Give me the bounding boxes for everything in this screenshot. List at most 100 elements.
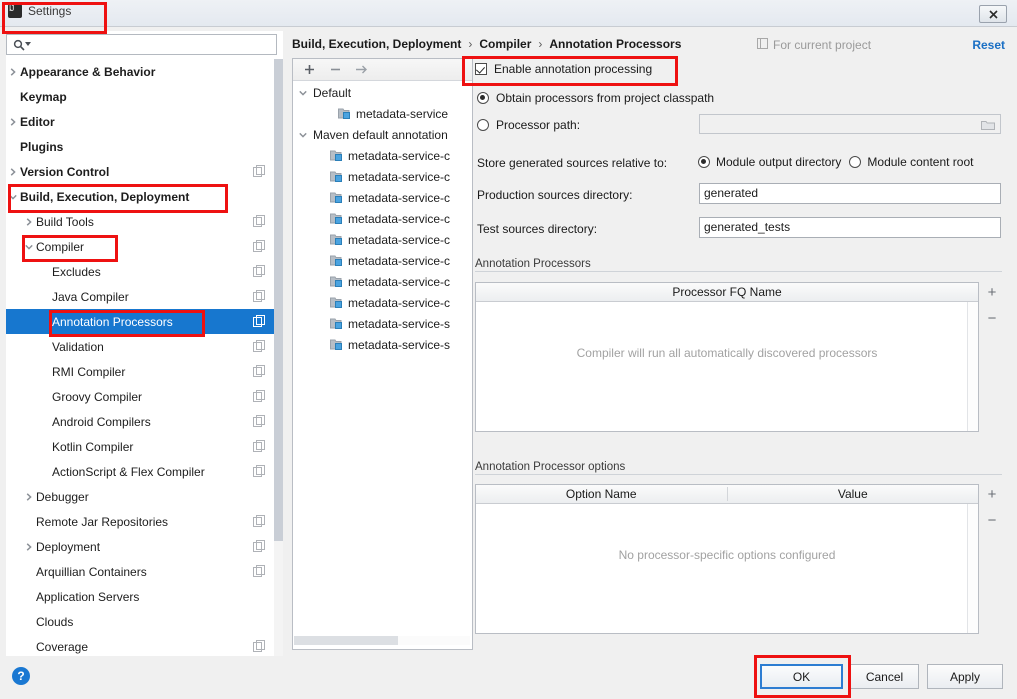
chevron-down-icon[interactable] (298, 130, 309, 140)
sidebar-item-build-execution-deployment[interactable]: Build, Execution, Deployment (6, 184, 277, 209)
sidebar-item-actionscript-flex-compiler[interactable]: ActionScript & Flex Compiler (6, 459, 277, 484)
sidebar-item-clouds[interactable]: Clouds (6, 609, 277, 634)
sidebar-scrollbar-thumb[interactable] (274, 59, 283, 541)
module-label: metadata-service-c (348, 211, 451, 226)
obtain-from-classpath-radio[interactable] (477, 92, 489, 104)
sidebar-item-keymap[interactable]: Keymap (6, 84, 277, 109)
sidebar-item-java-compiler[interactable]: Java Compiler (6, 284, 277, 309)
sidebar-item-arquillian-containers[interactable]: Arquillian Containers (6, 559, 277, 584)
production-sources-label: Production sources directory: (477, 188, 633, 202)
options-table-scrollbar[interactable] (967, 504, 978, 633)
sidebar-item-application-servers[interactable]: Application Servers (6, 584, 277, 609)
enable-annotation-processing-row[interactable]: Enable annotation processing (475, 62, 652, 76)
sidebar-item-coverage[interactable]: Coverage (6, 634, 277, 656)
module-icon (338, 107, 352, 120)
chevron-down-icon[interactable] (8, 192, 18, 202)
processor-path-radio[interactable] (477, 119, 489, 131)
chevron-right-icon[interactable] (8, 117, 18, 127)
ok-button[interactable]: OK (760, 664, 843, 689)
sidebar-item-validation[interactable]: Validation (6, 334, 277, 359)
options-table-header: Option Name Value (476, 485, 978, 504)
close-icon[interactable] (979, 5, 1007, 23)
module-row[interactable]: metadata-service-c (293, 250, 472, 271)
reset-link[interactable]: Reset (972, 38, 1005, 52)
module-row[interactable]: metadata-service-c (293, 166, 472, 187)
search-box[interactable] (6, 34, 277, 55)
enable-annotation-processing-checkbox[interactable] (475, 63, 487, 75)
chevron-right-icon[interactable] (24, 492, 34, 502)
production-sources-input[interactable]: generated (699, 183, 1001, 204)
module-content-root-radio[interactable] (849, 156, 862, 168)
sidebar-item-annotation-processors[interactable]: Annotation Processors (6, 309, 277, 334)
chevron-right-icon[interactable] (8, 67, 18, 77)
config-copy-icon (253, 165, 265, 177)
module-content-root-label: Module content root (867, 155, 974, 169)
processors-table-scrollbar[interactable] (967, 302, 978, 431)
help-icon[interactable]: ? (12, 667, 30, 685)
processors-group-line (475, 271, 1002, 272)
module-row[interactable]: metadata-service-c (293, 187, 472, 208)
module-row[interactable]: metadata-service-c (293, 271, 472, 292)
module-row[interactable]: metadata-service-s (293, 334, 472, 355)
folder-icon[interactable] (981, 119, 995, 130)
chevron-right-icon[interactable] (24, 542, 34, 552)
module-content-root-option[interactable]: Module content root (849, 155, 973, 169)
sidebar-item-version-control[interactable]: Version Control (6, 159, 277, 184)
module-icon (330, 149, 344, 162)
sidebar-item-deployment[interactable]: Deployment (6, 534, 277, 559)
sidebar-item-plugins[interactable]: Plugins (6, 134, 277, 159)
remove-profile-button[interactable] (329, 63, 342, 76)
chevron-down-icon[interactable] (24, 242, 34, 252)
settings-sidebar: Appearance & Behavior Keymap Editor Plugins… (6, 31, 283, 656)
processors-table[interactable]: Processor FQ Name Compiler will run all … (475, 282, 979, 432)
module-label: metadata-service-c (348, 169, 451, 184)
cancel-button[interactable]: Cancel (850, 664, 919, 689)
processor-path-field[interactable] (699, 114, 1001, 134)
move-to-profile-button[interactable] (355, 63, 368, 76)
search-input[interactable] (31, 37, 275, 55)
module-row[interactable]: metadata-service-c (293, 145, 472, 166)
options-table[interactable]: Option Name Value No processor-specific … (475, 484, 979, 634)
module-label: metadata-service-c (348, 232, 451, 247)
test-sources-input[interactable]: generated_tests (699, 217, 1001, 238)
module-row[interactable]: metadata-service (293, 103, 472, 124)
sidebar-item-debugger[interactable]: Debugger (6, 484, 277, 509)
modules-panel: Default metadata-service Maven default ann… (292, 58, 473, 650)
sidebar-item-compiler[interactable]: Compiler (6, 234, 277, 259)
remove-option-button[interactable]: − (988, 513, 997, 528)
module-row[interactable]: metadata-service-c (293, 292, 472, 313)
modules-list[interactable]: Default metadata-service Maven default ann… (293, 82, 472, 640)
module-output-directory-radio[interactable] (698, 156, 710, 168)
module-row[interactable]: metadata-service-s (293, 313, 472, 334)
processor-path-row[interactable]: Processor path: (477, 118, 580, 132)
obtain-from-classpath-row[interactable]: Obtain processors from project classpath (477, 91, 714, 105)
module-output-directory-option[interactable]: Module output directory (698, 155, 841, 169)
add-processor-button[interactable]: + (988, 285, 997, 300)
apply-button[interactable]: Apply (927, 664, 1003, 689)
breadcrumb-item[interactable]: Build, Execution, Deployment (292, 37, 461, 51)
sidebar-item-editor[interactable]: Editor (6, 109, 277, 134)
chevron-right-icon[interactable] (24, 217, 34, 227)
module-group-row[interactable]: Maven default annotation (293, 124, 472, 145)
sidebar-item-groovy-compiler[interactable]: Groovy Compiler (6, 384, 277, 409)
module-group-row[interactable]: Default (293, 82, 472, 103)
sidebar-item-build-tools[interactable]: Build Tools (6, 209, 277, 234)
sidebar-item-excludes[interactable]: Excludes (6, 259, 277, 284)
chevron-down-icon[interactable] (298, 88, 309, 98)
remove-processor-button[interactable]: − (988, 311, 997, 326)
chevron-right-icon[interactable] (8, 167, 18, 177)
add-profile-button[interactable] (303, 63, 316, 76)
add-option-button[interactable]: + (988, 487, 997, 502)
breadcrumb-item[interactable]: Compiler (479, 37, 531, 51)
sidebar-item-rmi-compiler[interactable]: RMI Compiler (6, 359, 277, 384)
sidebar-item-remote-jar-repositories[interactable]: Remote Jar Repositories (6, 509, 277, 534)
sidebar-item-label: Deployment (36, 539, 101, 554)
settings-tree[interactable]: Appearance & Behavior Keymap Editor Plugins… (6, 59, 277, 656)
test-sources-label: Test sources directory: (477, 222, 598, 236)
sidebar-item-appearance-behavior[interactable]: Appearance & Behavior (6, 59, 277, 84)
module-row[interactable]: metadata-service-c (293, 208, 472, 229)
module-row[interactable]: metadata-service-c (293, 229, 472, 250)
modules-hscrollbar-thumb[interactable] (294, 636, 398, 645)
sidebar-item-kotlin-compiler[interactable]: Kotlin Compiler (6, 434, 277, 459)
sidebar-item-android-compilers[interactable]: Android Compilers (6, 409, 277, 434)
